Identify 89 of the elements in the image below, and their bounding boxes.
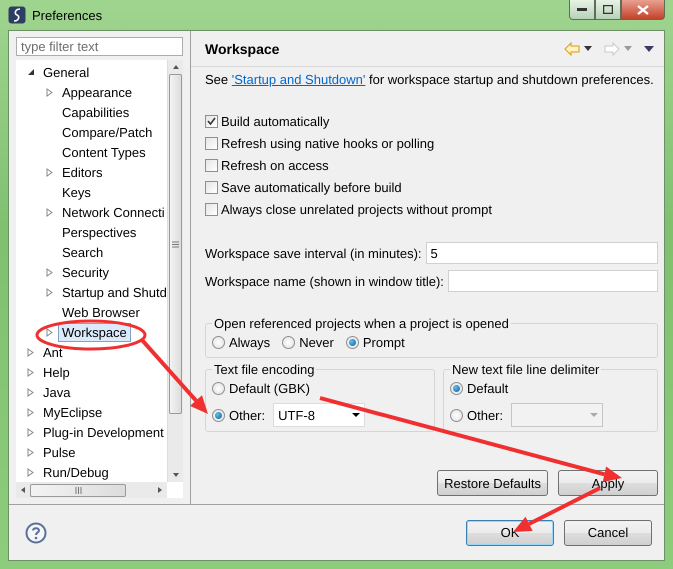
tree-item[interactable]: Keys (58, 182, 95, 202)
tree-item[interactable]: Web Browser (58, 302, 144, 322)
tree-item[interactable]: Security (58, 262, 113, 282)
radio-button[interactable] (450, 382, 463, 394)
tree-item[interactable]: Java (39, 382, 74, 402)
tree-item[interactable]: Network Connecti (58, 202, 167, 222)
radio-button[interactable] (282, 336, 296, 348)
maximize-icon (603, 5, 613, 14)
tree-item[interactable]: Perspectives (58, 222, 140, 242)
tree-item[interactable]: MyEclipse (39, 402, 106, 422)
close-button[interactable] (621, 0, 665, 20)
page-title: Workspace (205, 40, 280, 56)
tree-item[interactable]: Ant (39, 342, 67, 362)
radio-button[interactable] (212, 336, 225, 348)
checkbox-label: Save automatically before build (221, 180, 402, 194)
checkbox[interactable] (205, 158, 218, 172)
radio-button[interactable] (212, 382, 225, 394)
input-field[interactable]: 5 (426, 242, 658, 264)
dialog-button[interactable]: Cancel (564, 520, 652, 546)
radio-label: Other: (467, 408, 504, 422)
expand-icon[interactable] (46, 268, 53, 276)
close-icon (637, 4, 649, 14)
group-title: Open referenced projects when a project is opened (213, 316, 510, 331)
radio-button[interactable] (212, 408, 225, 422)
radio-label: Other: (229, 408, 266, 422)
app-logo-icon (8, 6, 26, 24)
checkbox[interactable] (205, 114, 218, 128)
tree-item[interactable]: Help (39, 362, 74, 382)
radio-label: Default (467, 380, 508, 396)
radio-label: Always (229, 334, 270, 350)
expand-icon[interactable] (46, 288, 53, 296)
expand-icon[interactable] (27, 348, 34, 356)
checkbox-label: Build automatically (221, 114, 330, 128)
intro-text: See 'Startup and Shutdown' for workspace startup and shutdown preferences. (205, 72, 655, 87)
tree-item[interactable]: Run/Debug (39, 462, 113, 482)
checkbox-label: Always close unrelated projects without prompt (221, 202, 492, 216)
tree-item[interactable]: Startup and Shutd (58, 282, 167, 302)
group-title: Text file encoding (213, 362, 316, 377)
help-icon[interactable] (25, 522, 47, 544)
encoding-dropdown[interactable]: UTF-8 (273, 403, 366, 427)
window-title: Preferences (32, 8, 102, 22)
radio-label: Prompt (362, 334, 405, 350)
caret-icon (590, 413, 598, 417)
tree-item[interactable]: Pulse (39, 442, 80, 462)
tree-item[interactable]: Capabilities (58, 102, 134, 122)
tree-item[interactable]: Editors (58, 162, 106, 182)
radio-label: Never (299, 334, 334, 350)
tree-item[interactable]: Search (58, 242, 108, 262)
radio-button[interactable] (450, 408, 463, 422)
tree-item[interactable]: Workspace (58, 322, 131, 342)
input-field[interactable] (448, 270, 658, 292)
minimize-icon (577, 8, 587, 12)
expand-icon[interactable] (46, 208, 53, 216)
checkbox[interactable] (205, 202, 218, 216)
startup-shutdown-link[interactable]: 'Startup and Shutdown' (232, 72, 366, 87)
expand-icon[interactable] (27, 428, 34, 436)
expand-icon[interactable] (27, 468, 34, 476)
expand-icon[interactable] (27, 388, 34, 396)
view-menu-icon[interactable] (644, 46, 654, 52)
minimize-button[interactable] (569, 0, 595, 20)
radio-label: Default (GBK) (229, 380, 310, 396)
checkbox[interactable] (205, 180, 218, 194)
filter-field[interactable]: type filter text (16, 37, 183, 56)
tree-item[interactable]: Appearance (58, 82, 136, 102)
page-button[interactable]: Restore Defaults (437, 470, 548, 496)
tree-item[interactable]: General (39, 62, 94, 82)
field-label: Workspace save interval (in minutes): (205, 246, 422, 260)
caret-icon (352, 413, 360, 417)
expand-icon[interactable] (27, 408, 34, 416)
expand-icon[interactable] (27, 368, 34, 376)
horizontal-scrollbar[interactable] (16, 482, 167, 498)
checkbox[interactable] (205, 136, 218, 150)
checkbox-label: Refresh using native hooks or polling (221, 136, 434, 150)
expand-icon[interactable] (46, 168, 53, 176)
tree-item[interactable]: Compare/Patch (58, 122, 156, 142)
field-label: Workspace name (shown in window title): (205, 274, 444, 288)
tree-item[interactable]: Content Types (58, 142, 150, 162)
dropdown-caret-icon[interactable] (584, 46, 592, 51)
group-title: New text file line delimiter (451, 362, 600, 377)
checkbox-label: Refresh on access (221, 158, 329, 172)
grip-icon (74, 486, 82, 494)
expand-icon[interactable] (27, 448, 34, 456)
expand-icon[interactable] (46, 88, 53, 96)
collapse-icon[interactable] (26, 68, 34, 76)
expand-icon[interactable] (46, 328, 53, 336)
maximize-button[interactable] (595, 0, 621, 20)
radio-button[interactable] (346, 336, 359, 348)
grip-icon (172, 240, 179, 248)
tree-item[interactable]: Plug-in Development (39, 422, 167, 442)
